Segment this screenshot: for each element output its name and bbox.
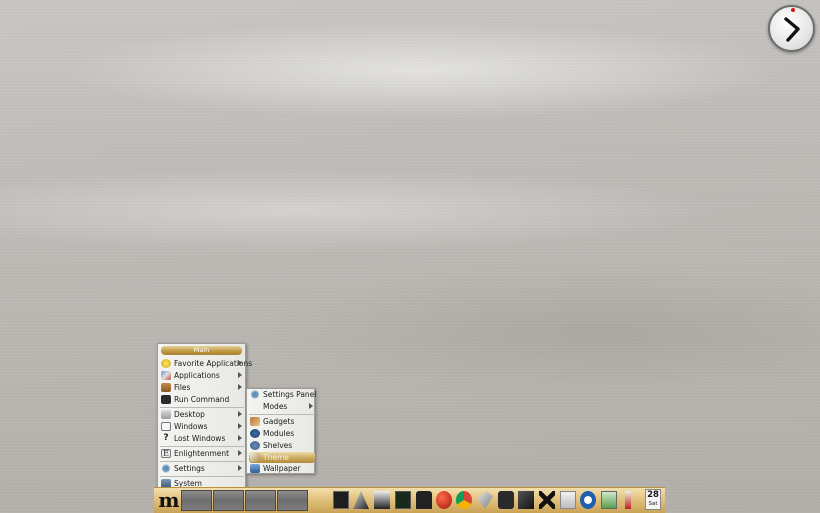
run-icon <box>161 395 171 404</box>
main-menu-title: Main <box>161 346 242 355</box>
pager-desktop-1[interactable] <box>181 490 212 511</box>
chevron-right-icon <box>238 435 242 441</box>
menu-item-label: Theme <box>263 453 289 462</box>
clock-gadget[interactable] <box>768 5 815 52</box>
windows-icon <box>161 422 171 431</box>
settings-icon <box>250 390 260 399</box>
menu-item-label: Enlightenment <box>174 449 230 458</box>
menu-item-label: Lost Windows <box>174 434 226 443</box>
camera-icon[interactable] <box>498 491 514 509</box>
enlightenment-icon: E <box>161 449 171 458</box>
date-day: 28 <box>647 490 659 500</box>
star-icon <box>161 359 171 368</box>
submenu-item-wallpaper[interactable]: Wallpaper <box>249 463 315 474</box>
x-tools-icon[interactable] <box>539 491 555 509</box>
main-menu: Main Favorite Applications Applications … <box>157 343 252 489</box>
menu-item-label: Settings <box>174 464 205 473</box>
settings-icon <box>161 464 171 473</box>
chevron-right-icon <box>309 403 313 409</box>
submenu-item-settings-panel[interactable]: Settings Panel <box>249 389 317 400</box>
menu-item-enlightenment[interactable]: E Enlightenment <box>160 448 244 459</box>
chevron-right-icon <box>238 372 242 378</box>
menu-item-label: Wallpaper <box>263 464 301 473</box>
menu-item-label: Modes <box>263 402 288 411</box>
menu-item-label: Modules <box>263 429 295 438</box>
chevron-right-icon <box>238 465 242 471</box>
menu-separator <box>160 476 244 477</box>
pager-desktop-3[interactable] <box>245 490 276 511</box>
menu-item-label: Applications <box>174 371 220 380</box>
menu-item-lost-windows[interactable]: ? Lost Windows <box>160 433 244 444</box>
calendar-date[interactable]: 28 Sat <box>645 489 661 510</box>
desktop-icon <box>161 410 171 419</box>
folder-icon <box>161 383 171 392</box>
settings-submenu: Settings Panel Modes Gadgets Modules She… <box>246 388 317 474</box>
date-weekday: Sat <box>648 501 658 507</box>
gadgets-icon <box>250 417 260 426</box>
submenu-item-modules[interactable]: Modules <box>249 428 315 439</box>
clock-hands-icon <box>784 17 800 42</box>
compass-icon[interactable] <box>518 491 534 509</box>
question-icon: ? <box>163 433 169 443</box>
start-menu-button[interactable]: m <box>158 490 180 511</box>
menu-item-favorite-applications[interactable]: Favorite Applications <box>160 358 252 369</box>
thermometer-icon <box>625 491 631 509</box>
menu-item-files[interactable]: Files <box>160 382 244 393</box>
menu-item-label: Run Command <box>174 395 230 404</box>
menu-item-label: Settings Panel <box>263 390 317 399</box>
pager-desktop-4[interactable] <box>277 490 308 511</box>
power-icon[interactable] <box>580 491 596 509</box>
chevron-right-icon <box>238 450 242 456</box>
modules-icon <box>250 429 260 438</box>
submenu-item-shelves[interactable]: Shelves <box>249 440 315 451</box>
chevron-right-icon <box>238 360 242 366</box>
menu-item-windows[interactable]: Windows <box>160 421 244 432</box>
submenu-item-gadgets[interactable]: Gadgets <box>249 416 315 427</box>
chevron-right-icon <box>238 384 242 390</box>
battery-icon[interactable] <box>601 491 617 509</box>
pager-desktop-2[interactable] <box>213 490 244 511</box>
chevron-right-icon <box>238 423 242 429</box>
menu-item-label: Shelves <box>263 441 293 450</box>
apps-icon <box>161 371 171 380</box>
theme-icon <box>250 453 260 462</box>
hat-icon[interactable] <box>416 491 432 509</box>
menu-item-settings[interactable]: Settings <box>160 463 244 474</box>
writer-icon[interactable] <box>560 491 576 509</box>
menu-item-label: Files <box>174 383 191 392</box>
chrome-icon[interactable] <box>456 491 472 509</box>
menu-separator <box>160 446 244 447</box>
menu-separator <box>160 407 244 408</box>
terminal-icon[interactable] <box>333 491 349 509</box>
desktop-wallpaper <box>0 0 820 513</box>
menu-item-label: Gadgets <box>263 417 295 426</box>
submenu-item-theme[interactable]: Theme <box>249 452 315 463</box>
shelves-icon <box>250 441 260 450</box>
monitor-icon[interactable] <box>395 491 411 509</box>
menu-item-run-command[interactable]: Run Command <box>160 394 244 405</box>
menu-separator <box>160 461 244 462</box>
wallpaper-icon <box>250 464 260 473</box>
menu-item-label: Desktop <box>174 410 205 419</box>
menu-separator <box>249 414 315 415</box>
menu-item-desktop[interactable]: Desktop <box>160 409 244 420</box>
red-ball-icon[interactable] <box>436 491 452 509</box>
menu-item-label: Windows <box>174 422 208 431</box>
chevron-right-icon <box>238 411 242 417</box>
menu-item-applications[interactable]: Applications <box>160 370 244 381</box>
submenu-item-modes[interactable]: Modes <box>249 401 315 412</box>
document-icon[interactable] <box>374 491 390 509</box>
